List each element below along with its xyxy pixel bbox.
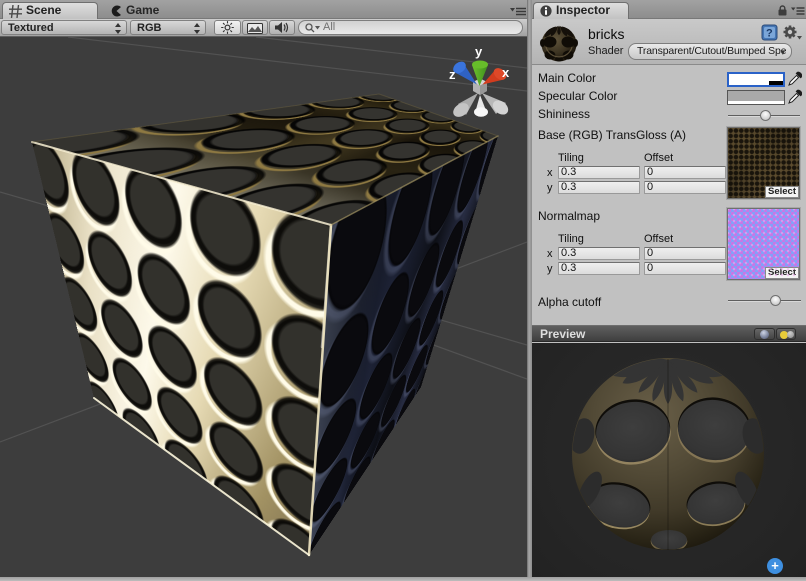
svg-text:?: ? xyxy=(766,28,773,40)
svg-text:z: z xyxy=(449,67,456,82)
svg-text:y: y xyxy=(475,44,483,59)
svg-text:x: x xyxy=(502,65,510,80)
